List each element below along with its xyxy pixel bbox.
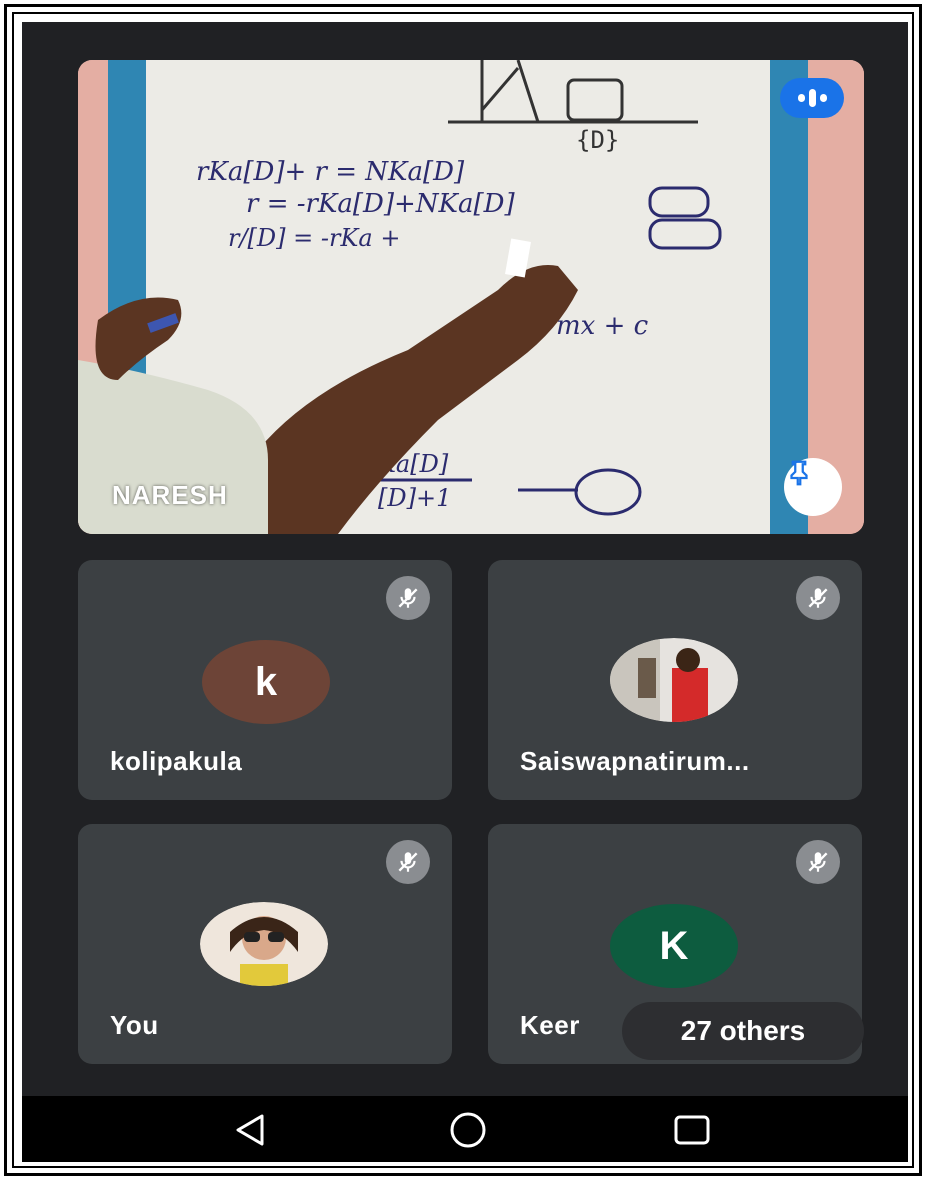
pin-button[interactable] [784,458,842,516]
mic-off-icon [796,840,840,884]
back-icon [236,1114,264,1146]
avatar-photo [200,902,328,986]
home-icon [450,1112,486,1148]
participant-tile-you[interactable]: You [78,824,452,1064]
whiteboard-video: {D} rKa[D]+ r = NKa[D] r = -rKa[D]+NKa[D… [78,60,864,534]
mic-off-icon [796,576,840,620]
home-button[interactable] [446,1108,490,1152]
svg-text:{D}: {D} [576,126,619,154]
avatar: K [610,904,738,988]
svg-text:r = -rKa[D]+NKa[D]: r = -rKa[D]+NKa[D] [246,189,515,219]
svg-text:r/[D] = -rKa +: r/[D] = -rKa + [228,224,400,252]
participant-name: Saiswapnatirum... [520,746,750,776]
recents-button[interactable] [670,1108,714,1152]
meeting-screen: {D} rKa[D]+ r = NKa[D] r = -rKa[D]+NKa[D… [22,22,908,1162]
participant-name: You [110,1010,159,1040]
presenter-video-tile[interactable]: {D} rKa[D]+ r = NKa[D] r = -rKa[D]+NKa[D… [78,60,864,534]
svg-text:rKa[D]+ r = NKa[D]: rKa[D]+ r = NKa[D] [196,157,465,187]
mic-off-icon [386,576,430,620]
others-count-chip[interactable]: 27 others [622,1002,864,1060]
avatar: k [202,640,330,724]
participant-tile-saiswapnatirum[interactable]: Saiswapnatirum... [488,560,862,800]
speaking-indicator-icon [780,78,844,118]
svg-text:mx + c: mx + c [556,311,649,341]
mic-off-icon [386,840,430,884]
svg-text:[D]+1: [D]+1 [378,484,451,512]
participant-tile-kolipakula[interactable]: k kolipakula [78,560,452,800]
android-nav-bar [22,1096,908,1162]
recents-icon [674,1115,710,1145]
presenter-name: NARESH [112,480,228,510]
pin-icon [790,460,808,486]
avatar-photo [610,638,738,722]
back-button[interactable] [228,1108,272,1152]
participant-name: Keer [520,1010,580,1040]
participant-name: kolipakula [110,746,243,776]
